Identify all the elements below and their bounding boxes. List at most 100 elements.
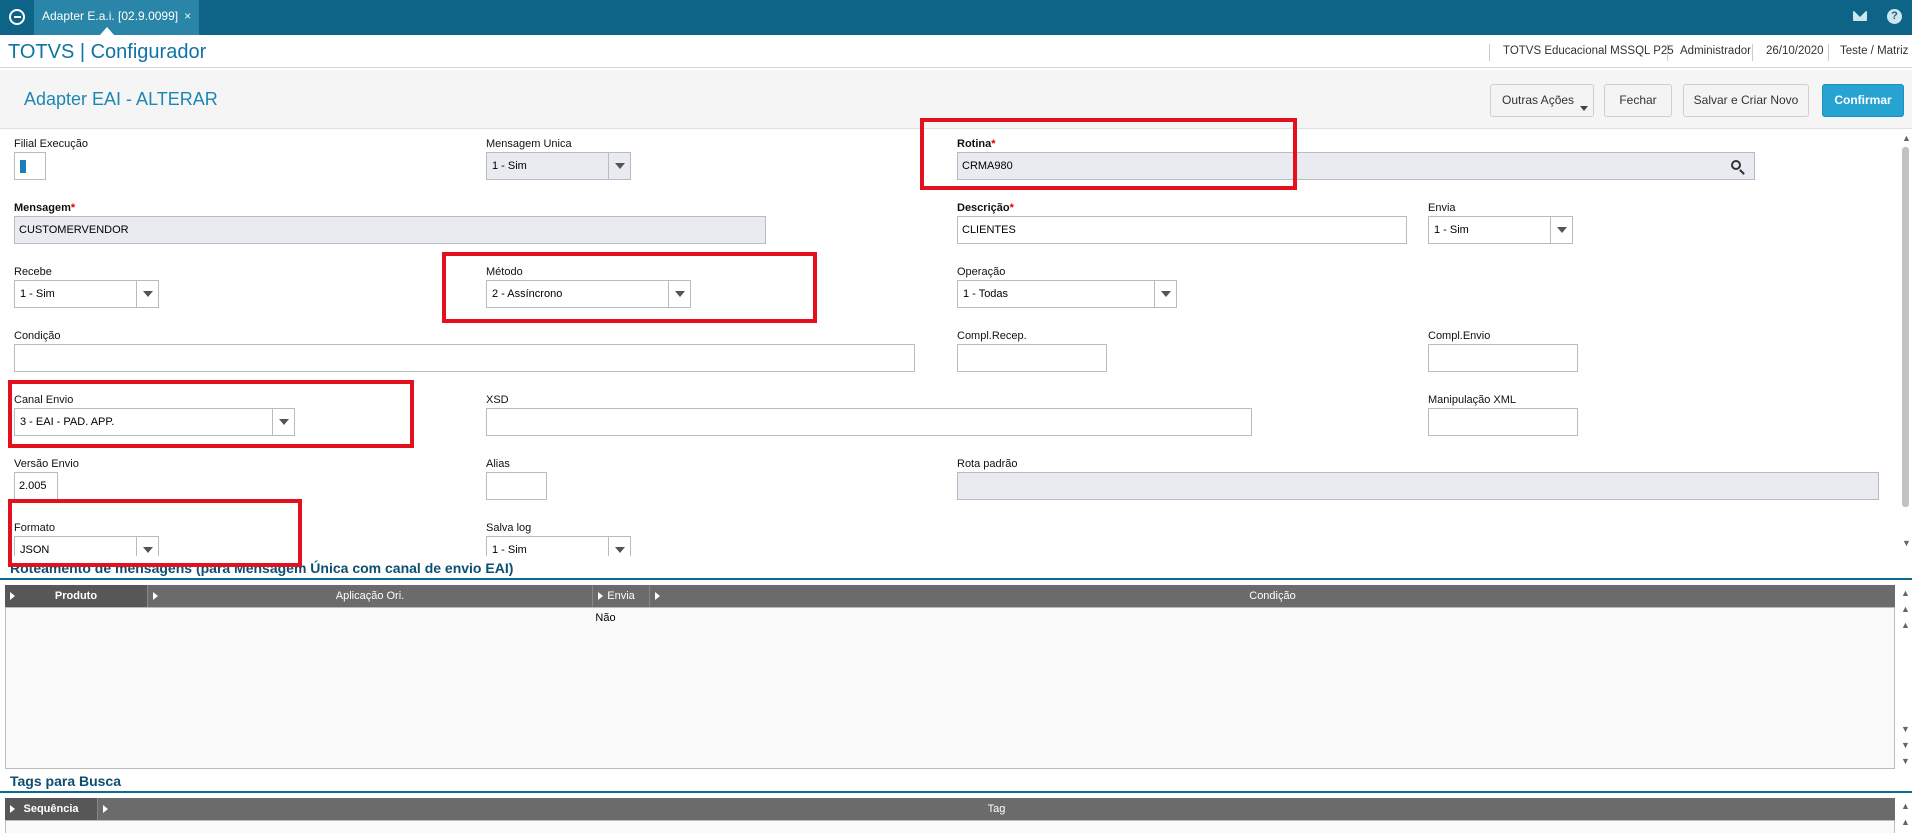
envia-value: 1 - Sim [1434,224,1469,236]
highlight-box-formato [8,499,302,567]
column-menu-icon [598,592,603,600]
header-separator [1752,44,1753,61]
tags-section-title: Tags para Busca [10,773,122,789]
highlight-box-rotina [920,118,1297,190]
descricao-input[interactable]: CLIENTES [957,216,1407,244]
scroll-up-icon[interactable]: ▲ [1902,134,1911,143]
confirm-button[interactable]: Confirmar [1822,84,1904,117]
column-header-label: Tag [987,803,1006,815]
mensagem-label-text: Mensagem [14,202,71,214]
column-header-condicao[interactable]: Condição [650,585,1895,607]
column-header-label: Sequência [23,803,79,815]
table-row[interactable]: Não [6,608,1894,630]
column-header-label: Envia [607,590,635,602]
close-button[interactable]: Fechar [1604,84,1672,117]
versao-envio-input[interactable]: 2.005 [14,472,58,500]
other-actions-button[interactable]: Outras Ações [1490,84,1594,117]
salva-log-select[interactable]: 1 - Sim [486,536,631,556]
routing-grid-scrollbar[interactable]: ▲ ▲ ▲ ▼ ▼ ▼ [1898,585,1912,769]
column-header-tag[interactable]: Tag [98,798,1895,820]
scroll-page-up-icon[interactable]: ▲ [1901,818,1910,827]
mensagem-unica-select[interactable]: 1 - Sim [486,152,631,180]
compl-recep-input[interactable] [957,344,1107,372]
scrollbar-thumb[interactable] [1902,147,1909,507]
operacao-value: 1 - Todas [963,288,1009,300]
section-divider [0,791,1912,793]
condicao-label: Condição [14,330,61,342]
filial-execucao-input[interactable] [14,152,46,180]
column-header-aplicacao[interactable]: Aplicação Ori. [148,585,593,607]
user-label: Administrador [1680,45,1751,57]
dropdown-arrow-icon[interactable] [608,153,630,179]
recebe-label: Recebe [14,266,52,278]
mensagem-unica-label: Mensagem Unica [486,138,572,150]
condicao-input[interactable] [14,344,915,372]
column-header-label: Aplicação Ori. [335,590,405,602]
scroll-down-icon[interactable]: ▼ [1902,539,1911,548]
column-header-label: Condição [1249,590,1296,602]
required-marker: * [70,202,76,214]
mensagem-label: Mensagem* [14,202,75,214]
other-actions-label: Outras Ações [1502,93,1575,107]
dropdown-arrow-icon[interactable] [608,537,630,556]
environment-label: TOTVS Educacional MSSQL P25 [1503,45,1674,57]
recebe-select[interactable]: 1 - Sim [14,280,159,308]
mail-icon[interactable] [1853,11,1867,21]
save-and-new-button[interactable]: Salvar e Criar Novo [1683,84,1809,117]
dropdown-arrow-icon[interactable] [1154,281,1176,307]
dropdown-arrow-icon[interactable] [1550,217,1572,243]
tags-grid-scrollbar[interactable]: ▲ ▲ [1898,798,1912,833]
alias-input[interactable] [486,472,547,500]
tab-indicator-icon [100,27,114,35]
search-icon-handle [1739,169,1745,175]
scroll-down-small-icon[interactable]: ▼ [1901,725,1910,734]
form-scrollbar[interactable]: ▲ ▼ [1899,131,1912,551]
mensagem-input[interactable]: CUSTOMERVENDOR [14,216,766,244]
scroll-page-up-icon[interactable]: ▲ [1901,605,1910,614]
compl-envio-label: Compl.Envio [1428,330,1491,342]
descricao-label-text: Descrição [957,202,1010,214]
envia-select[interactable]: 1 - Sim [1428,216,1573,244]
scroll-up-icon[interactable]: ▲ [1901,802,1910,811]
column-menu-icon [10,805,15,813]
tags-grid-body [5,820,1895,833]
recebe-value: 1 - Sim [20,288,55,300]
routing-grid-body: Não [5,607,1895,769]
column-header-sequencia[interactable]: Sequência [5,798,98,820]
column-header-envia[interactable]: Envia [593,585,650,607]
rota-padrao-input[interactable] [957,472,1879,500]
compl-envio-input[interactable] [1428,344,1578,372]
operacao-select[interactable]: 1 - Todas [957,280,1177,308]
scroll-page-down-icon[interactable]: ▼ [1901,741,1910,750]
dropdown-arrow-icon [1580,106,1588,111]
scroll-up-icon[interactable]: ▲ [1901,589,1910,598]
tags-grid-header: Sequência Tag [5,798,1895,820]
header-separator [1828,44,1829,61]
routing-grid-header: Produto Aplicação Ori. Envia Condição [5,585,1895,607]
date-label: 26/10/2020 [1766,45,1824,57]
alias-label: Alias [486,458,510,470]
column-menu-icon [10,592,15,600]
branch-label: Teste / Matriz [1840,45,1909,57]
manipulacao-xml-input[interactable] [1428,408,1578,436]
app-logo-icon[interactable] [9,9,25,25]
envia-label: Envia [1428,202,1456,214]
column-header-produto[interactable]: Produto [5,585,148,607]
app-title: TOTVS | Configurador [8,41,207,63]
xsd-input[interactable] [486,408,1252,436]
highlight-box-metodo [442,252,817,323]
tab-close-icon[interactable]: × [184,9,191,23]
scroll-up-small-icon[interactable]: ▲ [1901,621,1910,630]
compl-recep-label: Compl.Recep. [957,330,1027,342]
filial-execucao-label: Filial Execução [14,138,88,150]
scroll-down-icon[interactable]: ▼ [1901,757,1910,766]
window-tab-label: Adapter E.a.i. [02.9.0099] [42,9,179,23]
window-tab[interactable]: Adapter E.a.i. [02.9.0099] × [34,0,200,35]
column-header-label: Produto [54,590,98,602]
dropdown-arrow-icon[interactable] [136,281,158,307]
header-separator [1667,44,1668,61]
rota-padrao-label: Rota padrão [957,458,1018,470]
versao-envio-label: Versão Envio [14,458,79,470]
column-menu-icon [153,592,158,600]
help-icon[interactable]: ? [1887,9,1902,24]
